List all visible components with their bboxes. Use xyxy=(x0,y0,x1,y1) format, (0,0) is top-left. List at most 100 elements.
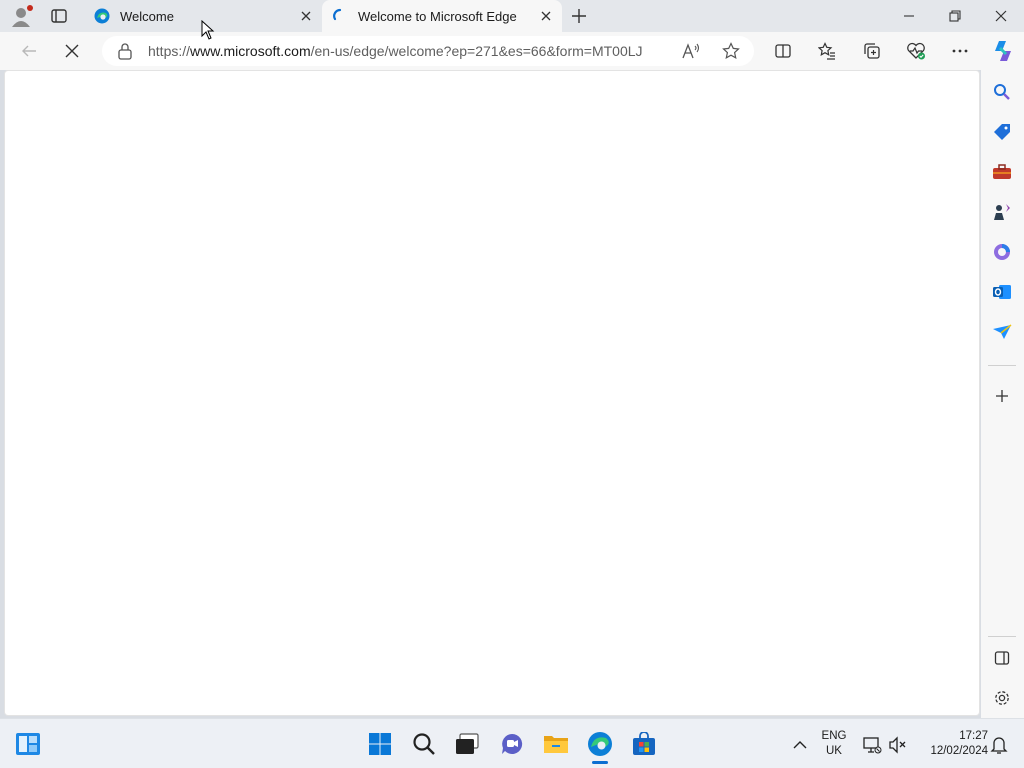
loading-spinner-icon xyxy=(333,8,342,21)
input-language-indicator[interactable]: ENG UK xyxy=(816,729,852,759)
browser-essentials-icon xyxy=(907,42,925,60)
network-button[interactable] xyxy=(862,735,882,755)
plus-icon xyxy=(572,9,586,23)
active-app-indicator xyxy=(592,761,608,764)
sidebar-divider xyxy=(988,636,1016,637)
file-explorer-button[interactable] xyxy=(538,726,574,762)
edge-taskbar-button[interactable] xyxy=(582,726,618,762)
back-button[interactable] xyxy=(14,36,44,66)
task-view-button[interactable] xyxy=(449,726,485,762)
profile-icon xyxy=(12,5,33,27)
more-menu-button[interactable] xyxy=(945,36,975,66)
edge-icon xyxy=(588,732,612,756)
favorite-button[interactable] xyxy=(716,36,746,66)
sidebar-drop-button[interactable] xyxy=(988,318,1016,346)
restore-icon xyxy=(949,10,961,22)
show-hidden-icons-button[interactable] xyxy=(790,735,810,755)
games-icon xyxy=(994,204,1010,220)
url-domain: www.microsoft.com xyxy=(190,43,311,59)
search-icon xyxy=(994,84,1010,100)
shopping-icon xyxy=(994,124,1010,140)
url-path: /en-us/edge/welcome?ep=271&es=66&form=MT… xyxy=(310,43,643,59)
store-button[interactable] xyxy=(626,726,662,762)
browser-essentials-button[interactable] xyxy=(901,36,931,66)
new-tab-button[interactable] xyxy=(568,5,590,27)
sidebar-tools-button[interactable] xyxy=(988,158,1016,186)
chat-icon xyxy=(502,733,523,754)
favorites-button[interactable] xyxy=(812,36,842,66)
store-icon xyxy=(633,732,655,755)
sidebar-games-button[interactable] xyxy=(988,198,1016,226)
drop-icon xyxy=(993,324,1012,339)
file-explorer-icon xyxy=(544,736,568,753)
profile-button[interactable] xyxy=(10,5,34,27)
settings-icon xyxy=(995,691,1009,705)
sidebar-search-button[interactable] xyxy=(988,78,1016,106)
mouse-cursor xyxy=(201,19,215,40)
notification-bell-icon xyxy=(990,737,1008,754)
tab-actions-button[interactable] xyxy=(49,6,69,26)
search-icon xyxy=(413,733,435,755)
clock-date: 12/02/2024 xyxy=(930,745,988,757)
read-aloud-button[interactable] xyxy=(676,36,706,66)
web-content-area[interactable] xyxy=(4,70,980,716)
volume-button[interactable] xyxy=(888,735,908,755)
tools-icon xyxy=(993,164,1011,179)
lock-icon[interactable] xyxy=(117,42,133,60)
close-icon xyxy=(995,10,1007,22)
sidebar-add-button[interactable] xyxy=(988,382,1016,410)
split-screen-button[interactable] xyxy=(768,36,798,66)
network-icon xyxy=(863,737,882,754)
widgets-icon xyxy=(16,733,40,755)
split-screen-icon xyxy=(775,44,791,58)
sidebar-outlook-button[interactable] xyxy=(988,278,1016,306)
sidebar-shopping-button[interactable] xyxy=(988,118,1016,146)
tab-actions-icon xyxy=(51,9,67,23)
minimize-button[interactable] xyxy=(886,0,932,32)
favorites-icon xyxy=(818,42,835,60)
close-tab-button[interactable] xyxy=(298,8,314,24)
sidebar-divider xyxy=(988,365,1016,366)
back-icon xyxy=(22,45,36,57)
add-icon xyxy=(996,390,1008,402)
collections-button[interactable] xyxy=(857,36,887,66)
clock[interactable]: 17:27 12/02/2024 xyxy=(912,729,988,759)
cursor-arrow-icon xyxy=(201,19,215,40)
tab-title: Welcome to Microsoft Edge xyxy=(358,8,517,24)
read-aloud-icon xyxy=(682,43,700,59)
clock-time: 17:27 xyxy=(959,730,988,742)
task-view-icon xyxy=(456,733,479,754)
close-tab-button[interactable] xyxy=(538,8,554,24)
stop-loading-icon xyxy=(65,44,79,58)
microsoft-365-icon xyxy=(994,244,1010,260)
outlook-icon xyxy=(993,285,1011,299)
keyboard-layout: UK xyxy=(826,745,842,757)
copilot-icon xyxy=(995,41,1011,61)
stop-loading-button[interactable] xyxy=(57,36,87,66)
language-code: ENG xyxy=(821,730,847,742)
close-icon xyxy=(541,11,551,21)
start-icon xyxy=(369,733,391,755)
favorite-star-icon xyxy=(722,42,740,59)
chat-button[interactable] xyxy=(494,726,530,762)
sidebar-toggle-icon xyxy=(994,651,1010,665)
sidebar-toggle-button[interactable] xyxy=(988,644,1016,672)
close-window-button[interactable] xyxy=(978,0,1024,32)
url-text[interactable]: https://www.microsoft.com/en-us/edge/wel… xyxy=(148,43,643,59)
more-menu-icon xyxy=(952,49,968,53)
taskbar-search-button[interactable] xyxy=(406,726,442,762)
start-button[interactable] xyxy=(362,726,398,762)
restore-button[interactable] xyxy=(932,0,978,32)
tab-welcome-to-edge[interactable]: Welcome to Microsoft Edge xyxy=(322,0,562,32)
volume-muted-icon xyxy=(889,736,906,754)
edge-icon xyxy=(94,8,110,24)
chevron-up-icon xyxy=(793,741,807,749)
collections-icon xyxy=(864,43,880,59)
sidebar-microsoft-365-button[interactable] xyxy=(988,238,1016,266)
url-prefix: https:// xyxy=(148,43,191,59)
notifications-button[interactable] xyxy=(990,735,1008,755)
copilot-button[interactable] xyxy=(988,36,1018,66)
sidebar-settings-button[interactable] xyxy=(988,684,1016,712)
minimize-icon xyxy=(904,15,914,17)
widgets-button[interactable] xyxy=(10,726,46,762)
